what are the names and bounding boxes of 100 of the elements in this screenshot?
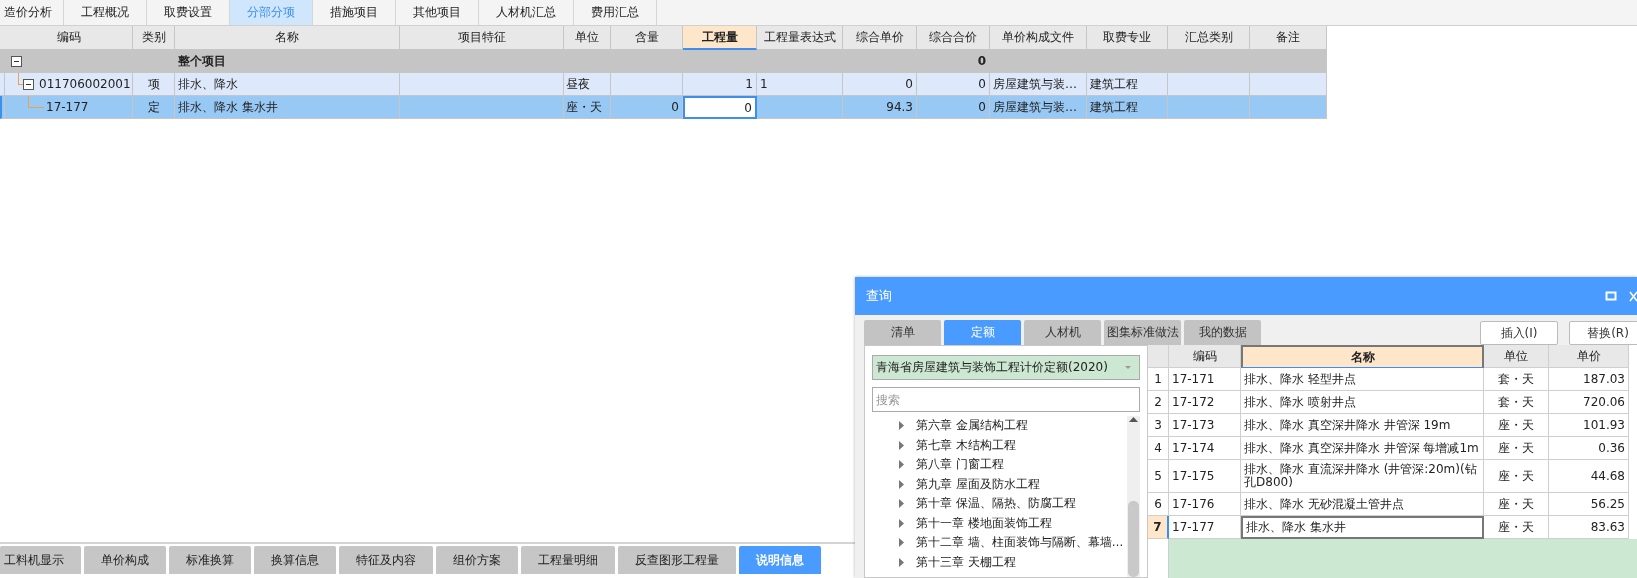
row-number[interactable]: 4 bbox=[1148, 437, 1169, 460]
table-cell: 0 bbox=[843, 73, 917, 96]
search-field[interactable]: 搜索 bbox=[872, 387, 1140, 412]
table-cell bbox=[611, 73, 683, 96]
tree-item[interactable]: 第九章 屋面及防水工程 bbox=[872, 474, 1127, 494]
table-cell: 整个项目 bbox=[175, 50, 400, 73]
tab[interactable]: 费用汇总 bbox=[574, 0, 657, 25]
tab[interactable]: 单价构成 bbox=[84, 546, 166, 574]
table-cell: 83.63 bbox=[1549, 516, 1629, 539]
quantity-field[interactable]: 0 bbox=[683, 96, 757, 119]
scrollbar[interactable] bbox=[1127, 416, 1140, 577]
column-header[interactable]: 综合单价 bbox=[843, 26, 917, 50]
table-cell: 94.3 bbox=[843, 96, 917, 119]
column-header[interactable]: 编码 bbox=[5, 26, 133, 50]
tab[interactable]: 工程概况 bbox=[64, 0, 147, 25]
column-header[interactable]: 单价构成文件 bbox=[990, 26, 1087, 50]
table-cell: 昼夜 bbox=[564, 73, 611, 96]
tab[interactable]: 图集标准做法 bbox=[1104, 320, 1181, 345]
tab[interactable]: 人材机 bbox=[1024, 320, 1101, 345]
column-header[interactable]: 含量 bbox=[611, 26, 683, 50]
table-cell: 建筑工程 bbox=[1087, 73, 1168, 96]
table-cell: 排水、降水 无砂混凝土管井点 bbox=[1241, 493, 1484, 516]
collapse-icon[interactable] bbox=[11, 55, 22, 67]
tree-item-label: 第六章 金属结构工程 bbox=[916, 418, 1028, 434]
table-cell: 17-177 bbox=[1169, 516, 1241, 539]
collapse-icon[interactable] bbox=[23, 78, 34, 90]
table-cell: 0 bbox=[611, 96, 683, 119]
table-cell: 定 bbox=[133, 96, 175, 119]
table-cell: 房屋建筑与装… bbox=[990, 73, 1087, 96]
tab[interactable]: 人材机汇总 bbox=[479, 0, 574, 25]
tab[interactable]: 措施项目 bbox=[313, 0, 396, 25]
row-number[interactable]: 7 bbox=[1148, 516, 1169, 539]
row-number[interactable]: 3 bbox=[1148, 414, 1169, 437]
tab[interactable]: 特征及内容 bbox=[339, 546, 433, 574]
tree-line bbox=[28, 96, 44, 108]
table-cell: 1 bbox=[683, 73, 757, 96]
column-header[interactable]: 类别 bbox=[133, 26, 175, 50]
table-cell: 座・天 bbox=[564, 96, 611, 119]
tab[interactable]: 工料机显示 bbox=[0, 546, 81, 574]
table-cell: 排水、降水 集水井 bbox=[1241, 516, 1484, 539]
column-header[interactable]: 单位 bbox=[564, 26, 611, 50]
column-header[interactable]: 名称 bbox=[1241, 345, 1484, 368]
tab[interactable]: 其他项目 bbox=[396, 0, 479, 25]
table-cell: 0 bbox=[917, 73, 990, 96]
tree-item[interactable]: 第六章 金属结构工程 bbox=[872, 416, 1127, 436]
tree-item-label: 第八章 门窗工程 bbox=[916, 457, 1004, 473]
table-cell: 排水、降水 集水井 bbox=[175, 96, 400, 119]
column-header[interactable]: 项目特征 bbox=[400, 26, 564, 50]
tree-item-label: 第十二章 墙、柱面装饰与隔断、幕墙… bbox=[916, 535, 1124, 551]
tab[interactable]: 反查图形工程量 bbox=[618, 546, 736, 574]
tab[interactable]: 换算信息 bbox=[254, 546, 336, 574]
tree-item-label: 第十三章 天棚工程 bbox=[916, 554, 1016, 570]
table-cell: 项 bbox=[133, 73, 175, 96]
code-text: 011706002001 bbox=[39, 77, 131, 91]
tab[interactable]: 清单 bbox=[864, 320, 941, 345]
row-number[interactable]: 1 bbox=[1148, 368, 1169, 391]
tree-item[interactable]: 第十二章 墙、柱面装饰与隔断、幕墙… bbox=[872, 533, 1127, 553]
column-header[interactable]: 单价 bbox=[1549, 345, 1629, 368]
tab[interactable]: 标准换算 bbox=[169, 546, 251, 574]
dialog-button[interactable]: 替换(R) bbox=[1569, 321, 1637, 345]
tree-item[interactable]: 第八章 门窗工程 bbox=[872, 455, 1127, 475]
scrollbar-thumb[interactable] bbox=[1128, 501, 1139, 577]
column-header[interactable]: 工程量表达式 bbox=[757, 26, 843, 50]
table-cell: 房屋建筑与装… bbox=[990, 96, 1087, 119]
row-number[interactable]: 5 bbox=[1148, 460, 1169, 493]
tree-item[interactable]: 第十章 保温、隔热、防腐工程 bbox=[872, 494, 1127, 514]
scroll-up-icon bbox=[1128, 416, 1139, 423]
tab[interactable]: 工程量明细 bbox=[521, 546, 615, 574]
column-header[interactable]: 综合合价 bbox=[917, 26, 990, 50]
column-header[interactable]: 取费专业 bbox=[1087, 26, 1168, 50]
library-name: 青海省房屋建筑与装饰工程计价定额(2020) bbox=[876, 359, 1109, 376]
tab[interactable]: 我的数据 bbox=[1184, 320, 1261, 345]
library-dropdown[interactable]: 青海省房屋建筑与装饰工程计价定额(2020) bbox=[872, 355, 1140, 380]
tree-item-label: 第九章 屋面及防水工程 bbox=[916, 476, 1040, 492]
column-header[interactable]: 单位 bbox=[1484, 345, 1549, 368]
code-text: 17-177 bbox=[46, 100, 89, 114]
tree-item-label: 第十章 保温、隔热、防腐工程 bbox=[916, 496, 1076, 512]
column-header[interactable]: 编码 bbox=[1169, 345, 1241, 368]
column-header[interactable]: 备注 bbox=[1250, 26, 1327, 50]
caret-icon bbox=[1125, 366, 1131, 369]
table-cell: 排水、降水 bbox=[175, 73, 400, 96]
tree-item-label: 第七章 木结构工程 bbox=[916, 437, 1016, 453]
dialog-button[interactable]: 插入(I) bbox=[1480, 321, 1558, 345]
tab[interactable]: 组价方案 bbox=[436, 546, 518, 574]
tree-item[interactable]: 第十三章 天棚工程 bbox=[872, 552, 1127, 572]
tab[interactable]: 造价分析 bbox=[0, 0, 64, 25]
table-cell: 建筑工程 bbox=[1087, 96, 1168, 119]
row-number[interactable]: 6 bbox=[1148, 493, 1169, 516]
close-icon[interactable] bbox=[1629, 290, 1637, 302]
row-number[interactable]: 2 bbox=[1148, 391, 1169, 414]
table-cell: 1 bbox=[757, 73, 843, 96]
table-cell: 0 bbox=[917, 96, 990, 119]
column-header[interactable]: 名称 bbox=[175, 26, 400, 50]
table-cell: 0 bbox=[917, 50, 990, 73]
tree-item[interactable]: 第七章 木结构工程 bbox=[872, 435, 1127, 455]
column-header[interactable]: 工程量 bbox=[683, 26, 757, 50]
dialog-title: 查询 bbox=[866, 287, 893, 305]
tree-item[interactable]: 第十一章 楼地面装饰工程 bbox=[872, 513, 1127, 533]
maximize-icon[interactable] bbox=[1605, 290, 1617, 302]
column-header[interactable]: 汇总类别 bbox=[1168, 26, 1250, 50]
